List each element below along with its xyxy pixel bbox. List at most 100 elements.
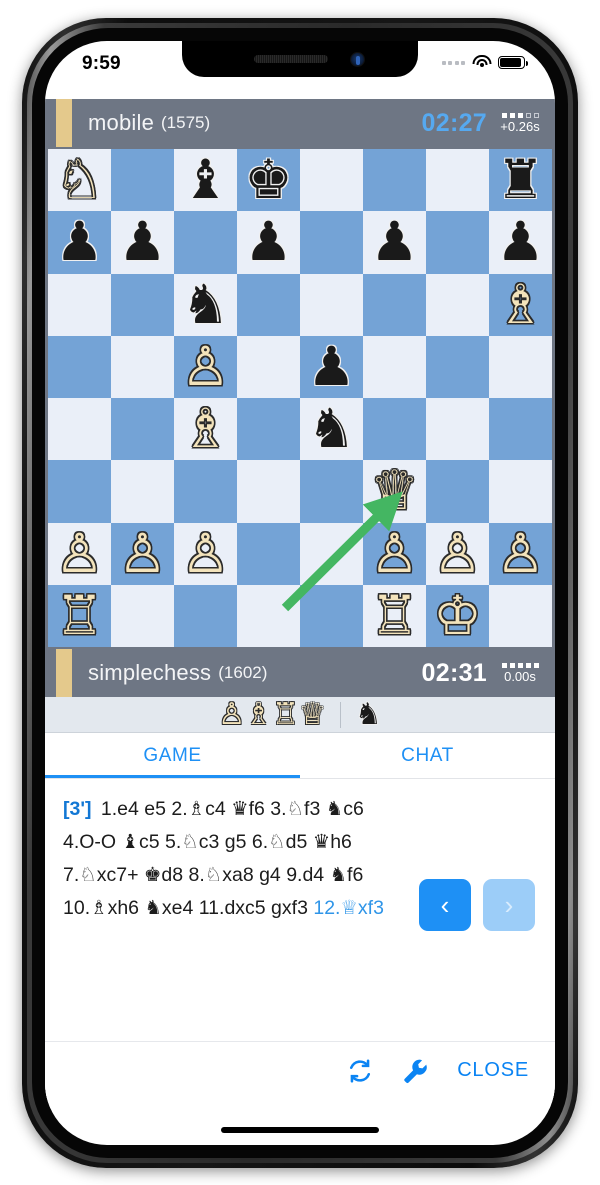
- board-square-d1[interactable]: [237, 584, 300, 647]
- board-square-e5[interactable]: ♟: [300, 335, 363, 398]
- board-square-d7[interactable]: ♟: [237, 211, 300, 274]
- board-square-c5[interactable]: ♙: [174, 335, 237, 398]
- board-square-d3[interactable]: [237, 460, 300, 523]
- board-square-g7[interactable]: [426, 211, 489, 274]
- board-square-h2[interactable]: ♙: [489, 522, 552, 585]
- board-square-h4[interactable]: [489, 398, 552, 461]
- piece-black-pawn-d7[interactable]: ♟: [237, 211, 300, 273]
- board-square-b2[interactable]: ♙: [111, 522, 174, 585]
- tab-game[interactable]: GAME: [45, 733, 300, 778]
- previous-move-button[interactable]: ‹: [419, 879, 471, 931]
- move-line[interactable]: 4.O-O ♝c5 5.♘c3 g5 6.♘d5 ♛h6: [63, 826, 539, 859]
- board-square-g6[interactable]: [426, 273, 489, 336]
- piece-white-pawn-c2[interactable]: ♙: [174, 523, 237, 585]
- board-square-e3[interactable]: [300, 460, 363, 523]
- board-square-a1[interactable]: ♖: [48, 584, 111, 647]
- tab-chat[interactable]: CHAT: [300, 733, 555, 778]
- rotate-refresh-icon[interactable]: [345, 1056, 375, 1086]
- board-square-c7[interactable]: [174, 211, 237, 274]
- piece-white-rook-a1[interactable]: ♖: [48, 585, 111, 647]
- board-square-b1[interactable]: [111, 584, 174, 647]
- piece-black-pawn-h7[interactable]: ♟: [489, 211, 552, 273]
- board-square-a5[interactable]: [48, 335, 111, 398]
- opponent-player-bar[interactable]: mobile (1575) 02:27 +0.26s: [45, 99, 555, 147]
- piece-white-rook-f1[interactable]: ♖: [363, 585, 426, 647]
- piece-white-pawn-c5[interactable]: ♙: [174, 336, 237, 398]
- board-square-c8[interactable]: ♝: [174, 149, 237, 212]
- self-player-bar[interactable]: simplechess (1602) 02:31 0.00s: [45, 649, 555, 697]
- board-square-d4[interactable]: [237, 398, 300, 461]
- board-square-h1[interactable]: [489, 584, 552, 647]
- wrench-icon[interactable]: [401, 1056, 431, 1086]
- bottom-toolbar[interactable]: CLOSE: [45, 1041, 555, 1099]
- board-square-a7[interactable]: ♟: [48, 211, 111, 274]
- board-square-g4[interactable]: [426, 398, 489, 461]
- board-square-b7[interactable]: ♟: [111, 211, 174, 274]
- board-square-h6[interactable]: ♗: [489, 273, 552, 336]
- board-square-b6[interactable]: [111, 273, 174, 336]
- board-square-f7[interactable]: ♟: [363, 211, 426, 274]
- board-square-d5[interactable]: [237, 335, 300, 398]
- board-square-c6[interactable]: ♞: [174, 273, 237, 336]
- board-square-f3[interactable]: ♕: [363, 460, 426, 523]
- home-indicator[interactable]: [221, 1127, 379, 1133]
- board-square-g3[interactable]: [426, 460, 489, 523]
- piece-white-queen-f3[interactable]: ♕: [363, 460, 426, 522]
- piece-white-king-g1[interactable]: ♔: [426, 585, 489, 647]
- board-square-d2[interactable]: [237, 522, 300, 585]
- piece-black-rook-h8[interactable]: ♜: [489, 149, 552, 211]
- board-square-c1[interactable]: [174, 584, 237, 647]
- board-square-g2[interactable]: ♙: [426, 522, 489, 585]
- board-square-h3[interactable]: [489, 460, 552, 523]
- board-square-f6[interactable]: [363, 273, 426, 336]
- piece-white-knight-a8[interactable]: ♘: [48, 149, 111, 211]
- piece-black-pawn-b7[interactable]: ♟: [111, 211, 174, 273]
- board-square-c2[interactable]: ♙: [174, 522, 237, 585]
- board-square-e4[interactable]: ♞: [300, 398, 363, 461]
- move-line[interactable]: [3'] 1.e4 e5 2.♗c4 ♛f6 3.♘f3 ♞c6: [63, 793, 539, 826]
- board-square-e6[interactable]: [300, 273, 363, 336]
- board-square-a8[interactable]: ♘: [48, 149, 111, 212]
- board-square-a2[interactable]: ♙: [48, 522, 111, 585]
- board-square-h7[interactable]: ♟: [489, 211, 552, 274]
- chess-board-container[interactable]: ♘ ♝ ♚ ♜ ♟ ♟ ♟ ♟ ♟ ♞ ♗ ♙ ♟ ♗ ♞ ♕ ♙ ♙ ♙ ♙ ♙ ♙ ♖ ♖ ♔: [45, 147, 555, 649]
- board-square-e7[interactable]: [300, 211, 363, 274]
- board-square-c4[interactable]: ♗: [174, 398, 237, 461]
- board-square-a6[interactable]: [48, 273, 111, 336]
- board-square-f1[interactable]: ♖: [363, 584, 426, 647]
- piece-black-knight-c6[interactable]: ♞: [174, 274, 237, 336]
- board-square-f8[interactable]: [363, 149, 426, 212]
- board-square-e8[interactable]: [300, 149, 363, 212]
- piece-black-bishop-c8[interactable]: ♝: [174, 149, 237, 211]
- piece-white-pawn-a2[interactable]: ♙: [48, 523, 111, 585]
- board-square-d8[interactable]: ♚: [237, 149, 300, 212]
- board-square-b3[interactable]: [111, 460, 174, 523]
- board-square-g8[interactable]: [426, 149, 489, 212]
- board-square-h5[interactable]: [489, 335, 552, 398]
- close-button[interactable]: CLOSE: [457, 1059, 529, 1082]
- board-square-h8[interactable]: ♜: [489, 149, 552, 212]
- piece-black-pawn-e5[interactable]: ♟: [300, 336, 363, 398]
- piece-white-pawn-h2[interactable]: ♙: [489, 523, 552, 585]
- board-square-c3[interactable]: [174, 460, 237, 523]
- board-square-f2[interactable]: ♙: [363, 522, 426, 585]
- board-square-d6[interactable]: [237, 273, 300, 336]
- piece-black-knight-e4[interactable]: ♞: [300, 398, 363, 460]
- piece-white-bishop-h6[interactable]: ♗: [489, 274, 552, 336]
- board-square-e2[interactable]: [300, 522, 363, 585]
- piece-white-pawn-b2[interactable]: ♙: [111, 523, 174, 585]
- move-navigation[interactable]: ‹ ›: [419, 879, 535, 931]
- current-move[interactable]: 12.♕xf3: [313, 897, 384, 919]
- panel-tabs[interactable]: GAME CHAT: [45, 733, 555, 779]
- board-square-g5[interactable]: [426, 335, 489, 398]
- board-square-a3[interactable]: [48, 460, 111, 523]
- board-square-f4[interactable]: [363, 398, 426, 461]
- piece-white-bishop-c4[interactable]: ♗: [174, 398, 237, 460]
- next-move-button[interactable]: ›: [483, 879, 535, 931]
- piece-white-pawn-f2[interactable]: ♙: [363, 523, 426, 585]
- piece-black-pawn-a7[interactable]: ♟: [48, 211, 111, 273]
- board-square-b4[interactable]: [111, 398, 174, 461]
- board-square-f5[interactable]: [363, 335, 426, 398]
- board-square-g1[interactable]: ♔: [426, 584, 489, 647]
- piece-white-pawn-g2[interactable]: ♙: [426, 523, 489, 585]
